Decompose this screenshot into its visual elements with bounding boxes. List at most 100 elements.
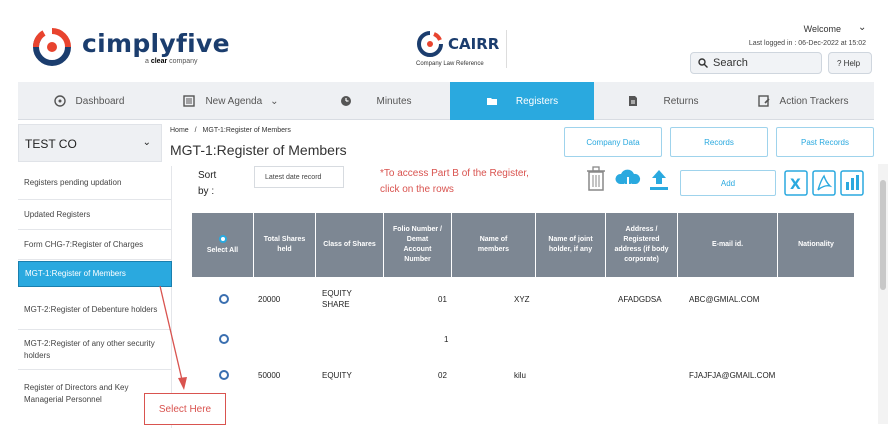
cell-address: AFADGDSA bbox=[618, 294, 662, 304]
nav-minutes[interactable]: Minutes bbox=[302, 82, 450, 120]
company-selector[interactable]: TEST CO ⌄ bbox=[18, 124, 162, 162]
document-icon bbox=[629, 96, 638, 106]
breadcrumb-home[interactable]: Home bbox=[170, 127, 189, 134]
header-label: Account bbox=[403, 246, 432, 253]
note-line: *To access Part B of the Register, bbox=[380, 168, 529, 179]
sidebar-item-mgt2-debenture[interactable]: MGT-2:Register of Debenture holders bbox=[18, 290, 172, 330]
header-label: Name of bbox=[479, 236, 508, 243]
chevron-down-icon: ⌄ bbox=[270, 95, 279, 107]
row-select-radio[interactable] bbox=[219, 370, 229, 380]
cimplyfive-logo[interactable]: cimplyfive a clear company bbox=[30, 25, 230, 75]
column-header-class-of-shares: Class of Shares bbox=[316, 213, 384, 277]
sort-label-line: by : bbox=[198, 186, 215, 197]
table-row[interactable]: 1 bbox=[192, 324, 854, 354]
header-label: Number bbox=[404, 256, 431, 263]
members-table-header: Select All Total Shares held Class of Sh… bbox=[192, 213, 854, 277]
cell-class-of-shares: EQUITY bbox=[322, 370, 352, 380]
sidebar-item-pending[interactable]: Registers pending updation bbox=[18, 166, 172, 200]
welcome-text: Welcome bbox=[803, 24, 841, 34]
search-button[interactable]: Search bbox=[690, 52, 822, 74]
trash-icon[interactable] bbox=[586, 166, 606, 192]
header-label: held bbox=[277, 246, 292, 253]
cell-total-shares: 20000 bbox=[258, 294, 281, 304]
header-label: Select All bbox=[206, 246, 239, 254]
note-line: click on the rows bbox=[380, 184, 454, 195]
header-label: Class of Shares bbox=[323, 241, 376, 248]
cairr-name: CAIRR bbox=[448, 35, 500, 53]
nav-registers[interactable]: Registers bbox=[450, 82, 594, 120]
sidebar-item-mgt2-other[interactable]: MGT-2:Register of any other security hol… bbox=[18, 330, 172, 370]
chevron-down-icon[interactable]: ⌄ bbox=[858, 22, 866, 33]
select-all-radio[interactable] bbox=[218, 234, 227, 243]
cell-text: SHARE bbox=[322, 300, 350, 309]
table-row[interactable]: 20000 EQUITY SHARE 01 XYZ AFADGDSA ABC@G… bbox=[192, 284, 854, 314]
sidebar-item-label: MGT-1:Register of Members bbox=[25, 269, 126, 278]
past-records-button[interactable]: Past Records bbox=[776, 127, 874, 157]
header-divider bbox=[506, 30, 507, 68]
cell-member-name: XYZ bbox=[514, 294, 530, 304]
header-label: corporate) bbox=[624, 256, 659, 263]
main-nav: Dashboard New Agenda ⌄ Minutes Registers… bbox=[18, 82, 874, 120]
header-label: holder, if any bbox=[548, 246, 593, 253]
nav-new-agenda[interactable]: New Agenda ⌄ bbox=[160, 82, 302, 120]
report-icon[interactable] bbox=[840, 170, 864, 196]
excel-icon[interactable]: X bbox=[784, 170, 808, 196]
nav-label: Dashboard bbox=[75, 95, 125, 107]
cell-class-of-shares: EQUITY SHARE bbox=[322, 284, 352, 314]
header-label: Total Shares bbox=[263, 236, 306, 243]
sidebar-item-label: MGT-2:Register of Debenture holders bbox=[24, 304, 158, 314]
nav-label: New Agenda bbox=[205, 95, 263, 107]
sidebar-item-label: MGT-2:Register of any other security hol… bbox=[24, 338, 155, 360]
nav-label: Action Trackers bbox=[779, 95, 849, 107]
sidebar-item-updated[interactable]: Updated Registers bbox=[18, 200, 172, 230]
scrollbar-thumb[interactable] bbox=[880, 180, 886, 290]
pdf-icon[interactable] bbox=[812, 170, 836, 196]
tracker-icon bbox=[757, 95, 770, 107]
company-name: TEST CO bbox=[25, 137, 77, 151]
column-header-email: E-mail id. bbox=[678, 213, 778, 277]
page-title: MGT-1:Register of Members bbox=[170, 142, 347, 158]
cairr-logo[interactable]: CAIRR Company Law Reference bbox=[416, 30, 516, 70]
sidebar-item-label: Registers pending updation bbox=[24, 177, 122, 187]
chevron-down-icon: ⌄ bbox=[142, 137, 151, 148]
cell-email: FJAJFJA@GMAIL.COM bbox=[689, 370, 776, 380]
sort-label: Sort by : bbox=[198, 168, 216, 200]
table-row[interactable]: 50000 EQUITY 02 kilu FJAJFJA@GMAIL.COM bbox=[192, 360, 854, 390]
cimplyfive-logo-icon bbox=[32, 28, 71, 66]
part-b-note: *To access Part B of the Register, click… bbox=[380, 166, 550, 198]
clock-icon bbox=[341, 96, 352, 106]
folder-icon bbox=[486, 98, 497, 105]
company-data-button[interactable]: Company Data bbox=[564, 127, 662, 157]
row-select-radio[interactable] bbox=[219, 294, 229, 304]
last-logged-text: Last logged in : 06-Dec-2022 at 15:02 bbox=[748, 40, 866, 47]
add-button[interactable]: Add bbox=[680, 170, 776, 196]
cloud-download-icon[interactable] bbox=[614, 168, 642, 192]
column-header-address: Address / Registered address (if body co… bbox=[606, 213, 678, 277]
nav-action-trackers[interactable]: Action Trackers bbox=[732, 82, 874, 120]
cell-folio-number: 01 bbox=[438, 294, 447, 304]
nav-returns[interactable]: Returns bbox=[594, 82, 732, 120]
upload-icon[interactable] bbox=[648, 168, 670, 192]
page-scrollbar[interactable] bbox=[878, 164, 888, 424]
cell-text: EQUITY bbox=[322, 289, 352, 298]
sort-label-line: Sort bbox=[198, 170, 217, 181]
brand-name: cimplyfive bbox=[82, 29, 230, 58]
cell-folio-number: 02 bbox=[438, 370, 447, 380]
svg-text:X: X bbox=[790, 177, 801, 193]
select-all-header[interactable]: Select All bbox=[192, 213, 254, 277]
sort-select[interactable]: Latest date record bbox=[254, 166, 344, 188]
column-header-joint-holder: Name of joint holder, if any bbox=[536, 213, 606, 277]
nav-dashboard[interactable]: Dashboard bbox=[18, 82, 160, 120]
sidebar-item-chg7[interactable]: Form CHG-7:Register of Charges bbox=[18, 230, 172, 260]
register-sidebar: Registers pending updation Updated Regis… bbox=[18, 166, 172, 428]
sidebar-item-mgt1-members[interactable]: MGT-1:Register of Members bbox=[18, 261, 172, 287]
nav-label: Minutes bbox=[376, 95, 412, 107]
row-select-radio[interactable] bbox=[219, 334, 229, 344]
nav-label: Returns bbox=[663, 95, 699, 107]
help-button[interactable]: ? Help bbox=[828, 52, 872, 74]
cairr-tagline: Company Law Reference bbox=[416, 61, 484, 67]
header-label: Demat bbox=[406, 236, 429, 243]
records-button[interactable]: Records bbox=[670, 127, 768, 157]
help-label: ? Help bbox=[837, 59, 861, 68]
header-label: Nationality bbox=[798, 241, 834, 248]
